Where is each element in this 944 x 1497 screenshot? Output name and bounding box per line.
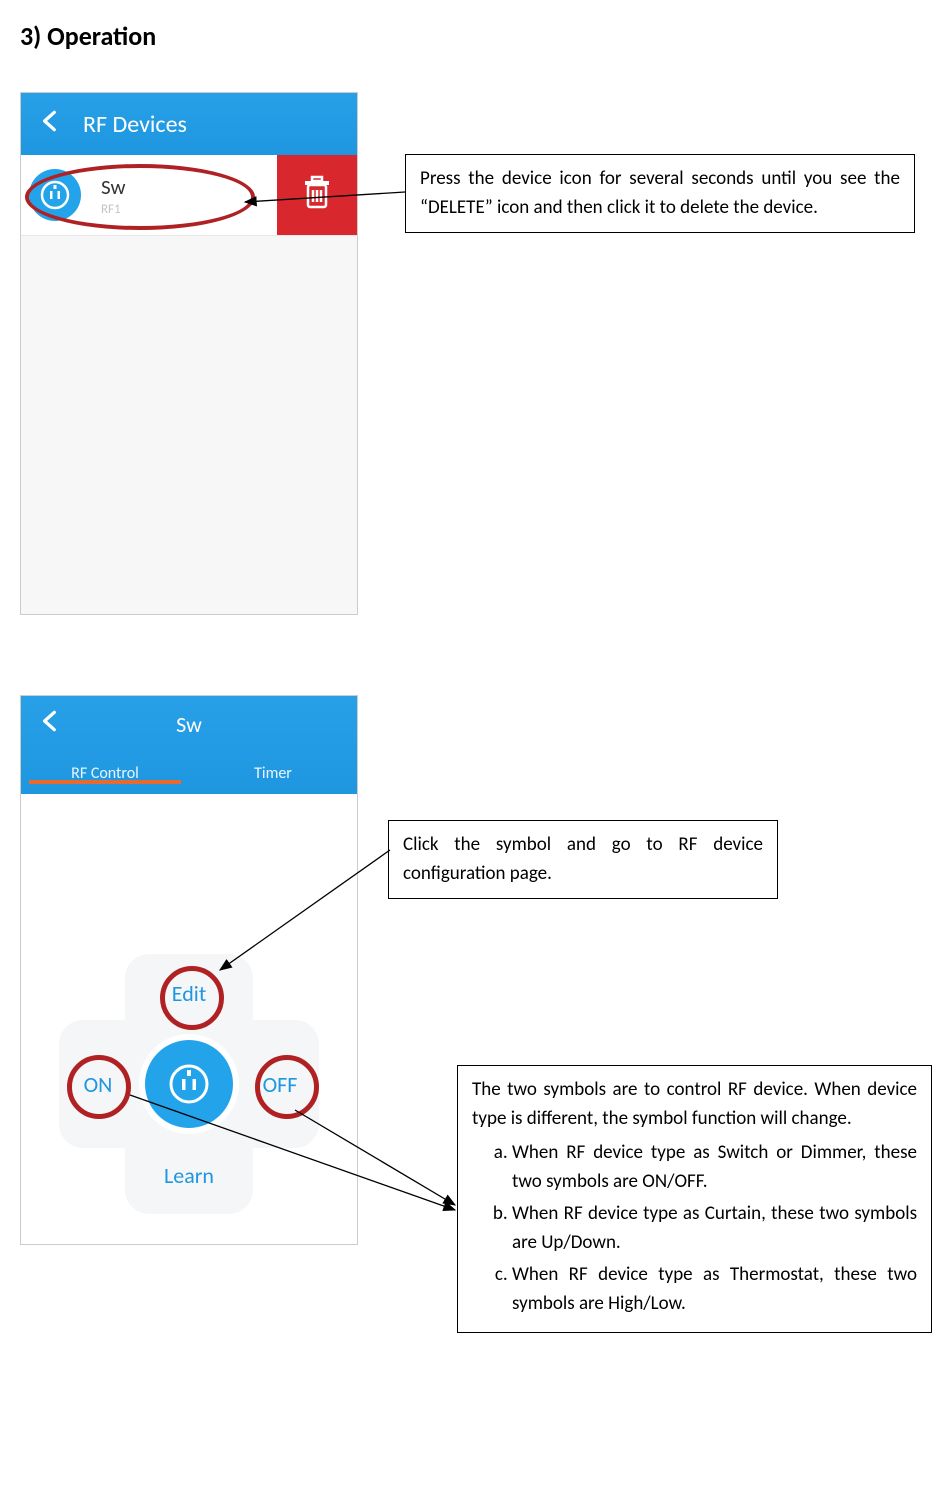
- callout-delete: Press the device icon for several second…: [405, 154, 915, 233]
- callout-item-a: When RF device type as Switch or Dimmer,…: [512, 1139, 917, 1196]
- tab-rf-control[interactable]: RF Control: [21, 764, 189, 783]
- app-header-2: Sw RF Control Timer: [21, 696, 357, 794]
- center-socket-icon[interactable]: [145, 1040, 233, 1128]
- highlight-oval: [25, 164, 255, 230]
- phone-screenshot-2: Sw RF Control Timer Edit ON OFF Learn: [20, 695, 358, 1245]
- callout-item-c: When RF device type as Thermostat, these…: [512, 1261, 917, 1318]
- highlight-circle-on: [67, 1055, 131, 1119]
- callout-configure: Click the symbol and go to RF device con…: [388, 820, 778, 899]
- highlight-circle-off: [255, 1055, 319, 1119]
- back-icon[interactable]: [37, 708, 83, 740]
- section-heading: 3) Operation: [20, 20, 924, 52]
- callout-intro: The two symbols are to control RF device…: [472, 1076, 917, 1133]
- callout-on-off: The two symbols are to control RF device…: [457, 1065, 932, 1333]
- tab-timer[interactable]: Timer: [189, 764, 357, 783]
- delete-button[interactable]: [277, 155, 357, 235]
- phone-screenshot-1: RF Devices Sw RF1: [20, 92, 358, 615]
- callout-item-b: When RF device type as Curtain, these tw…: [512, 1200, 917, 1257]
- highlight-circle-edit: [160, 966, 224, 1030]
- back-icon[interactable]: [37, 108, 83, 141]
- trash-icon: [299, 173, 335, 218]
- app-header: RF Devices: [21, 93, 357, 155]
- header-title: RF Devices: [83, 110, 187, 139]
